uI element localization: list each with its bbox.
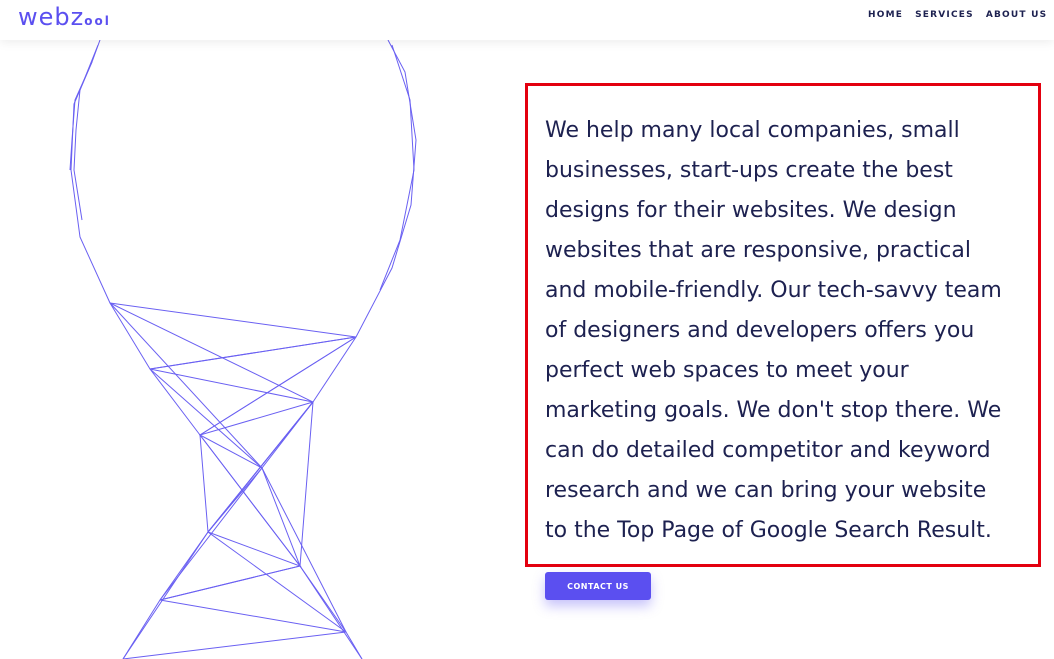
intro-line: websites that are responsive, practical — [545, 238, 971, 263]
intro-line: perfect web spaces to meet your — [545, 358, 909, 383]
logo-suffix: ool — [84, 14, 111, 28]
intro-text: We help many local companies, small busi… — [545, 111, 1039, 551]
intro-line: and mobile-friendly. Our tech-savvy team — [545, 278, 1002, 303]
main-nav: HOME SERVICES ABOUT US PO — [868, 10, 1054, 20]
nav-about-us[interactable]: ABOUT US — [986, 10, 1047, 20]
intro-line: can do detailed competitor and keyword — [545, 438, 991, 463]
intro-line: designs for their websites. We design — [545, 198, 957, 223]
hourglass-wireframe-illustration — [69, 40, 417, 659]
intro-line: businesses, start-ups create the best — [545, 158, 953, 183]
intro-line: research and we can bring your website — [545, 478, 987, 503]
intro-line: marketing goals. We don't stop there. We — [545, 398, 1002, 423]
site-header: webz ool HOME SERVICES ABOUT US PO — [0, 0, 1054, 40]
intro-line: to the Top Page of Google Search Result. — [545, 518, 992, 543]
intro-line: of designers and developers offers you — [545, 318, 975, 343]
contact-us-button[interactable]: CONTACT US — [545, 572, 651, 600]
logo-main: webz — [18, 3, 85, 31]
intro-line: We help many local companies, small — [545, 118, 960, 143]
nav-services[interactable]: SERVICES — [915, 10, 974, 20]
site-logo[interactable]: webz ool — [18, 3, 111, 33]
nav-home[interactable]: HOME — [868, 10, 903, 20]
